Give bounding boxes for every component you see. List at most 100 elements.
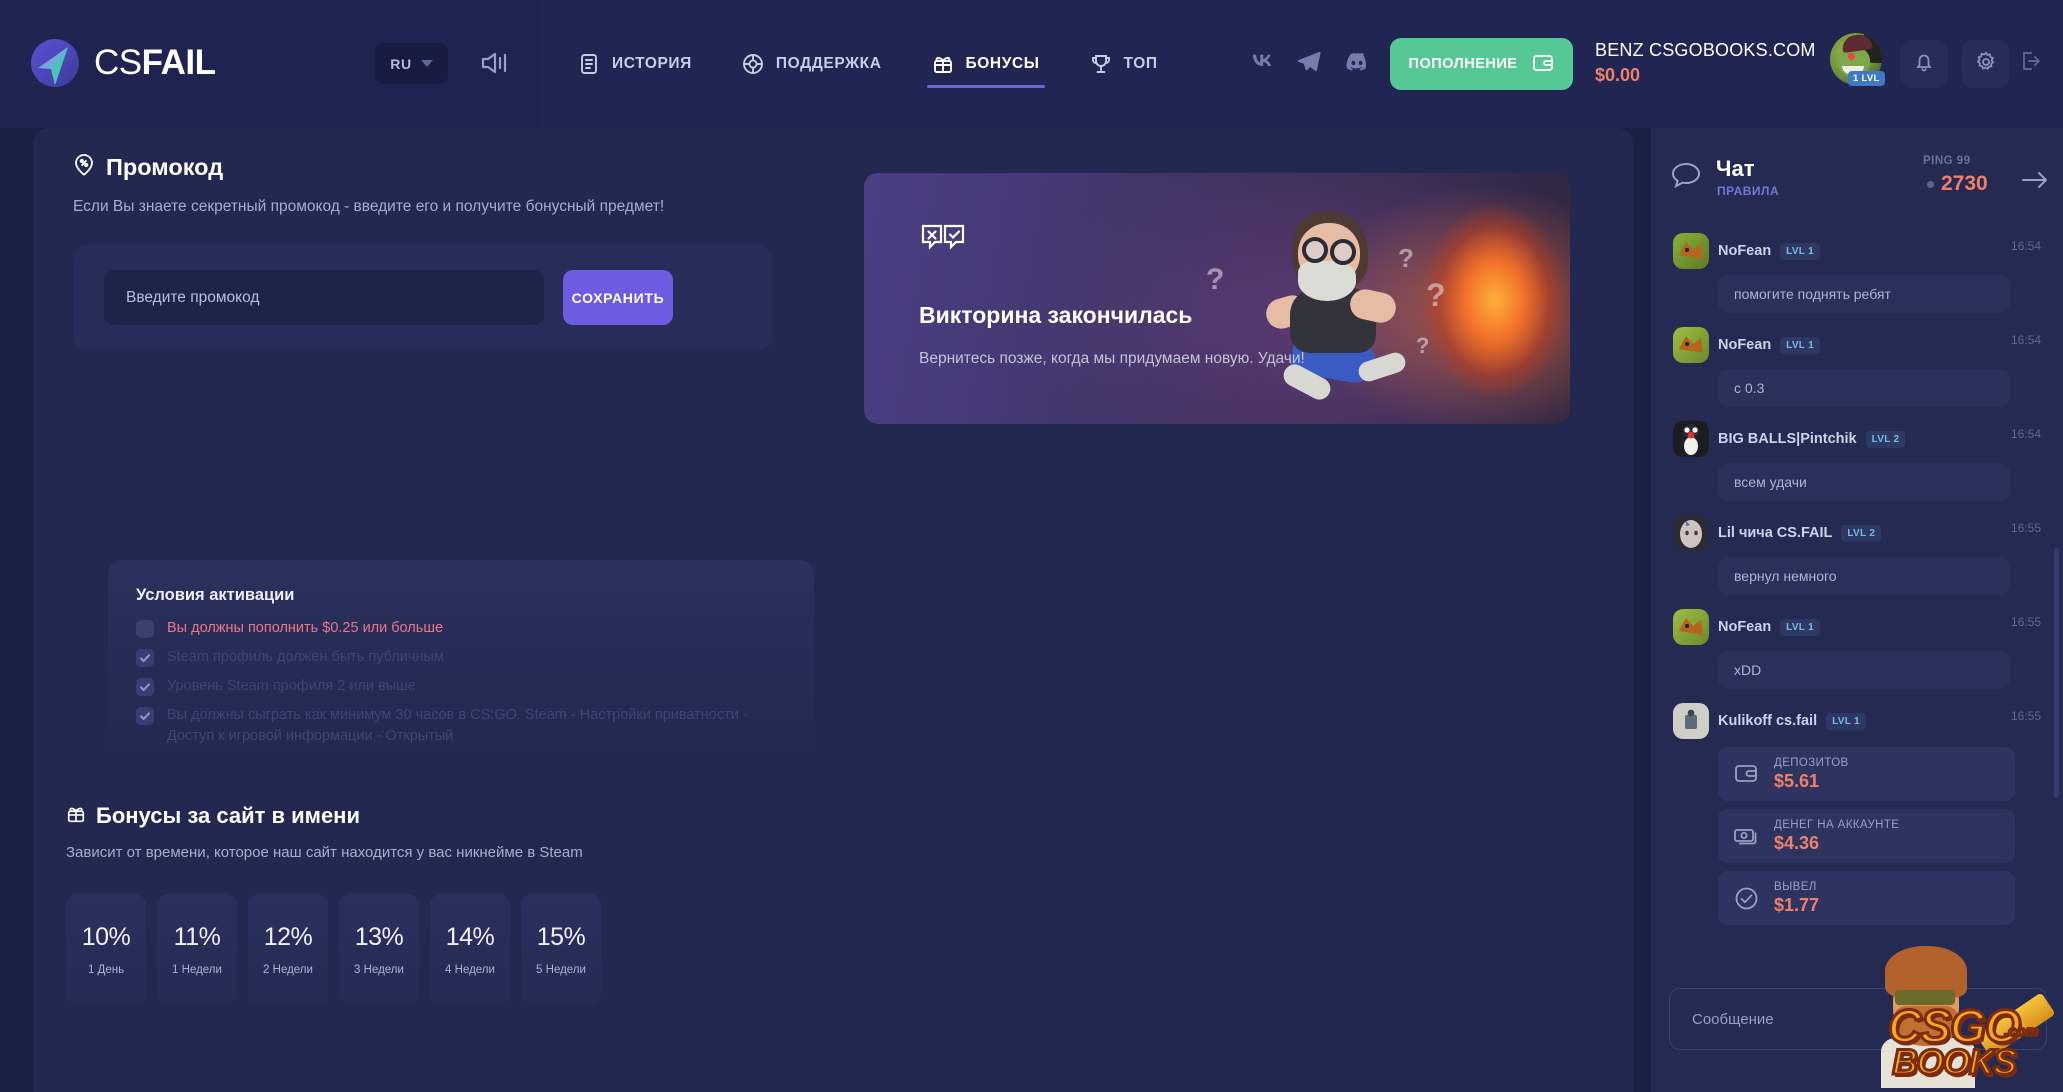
logout-button[interactable] — [2020, 50, 2044, 77]
chevron-down-icon — [420, 60, 433, 67]
bonus-percent: 12% — [263, 922, 313, 951]
chat-username[interactable]: NoFean — [1718, 619, 1771, 635]
stat-label: ДЕНЕГ НА АККАУНТЕ — [1774, 818, 1900, 831]
chat-username[interactable]: BIG BALLS|Pintchik — [1718, 431, 1857, 447]
chat-level-badge: LVL 1 — [1780, 336, 1820, 354]
wallet-icon — [1532, 53, 1554, 76]
promocode-input[interactable] — [104, 270, 544, 326]
chat-message-text: xDD — [1718, 651, 2010, 689]
quiz-subtitle: Вернитесь позже, когда мы придумаем нову… — [919, 350, 1305, 367]
chat-message-text: всем удачи — [1718, 463, 2010, 501]
promocode-heading: Промокод — [73, 153, 773, 182]
nav-item-top[interactable]: ТОП — [1067, 0, 1181, 128]
chat-username[interactable]: Lil чича CS.FAIL — [1718, 525, 1832, 541]
language-selector[interactable]: RU — [375, 43, 448, 84]
avatar — [1673, 515, 1709, 551]
promocode-title: Промокод — [106, 154, 224, 180]
settings-button[interactable] — [1962, 40, 2010, 88]
avatar — [1673, 703, 1709, 739]
check-icon — [136, 649, 154, 668]
condition-text: Вы должны сыграть как минимум 30 часов в… — [167, 707, 748, 745]
bonus-period: 3 Недели — [354, 963, 404, 976]
wallet-icon — [1718, 763, 1774, 785]
sound-toggle-button[interactable] — [478, 48, 510, 78]
avatar — [1673, 327, 1709, 363]
main-content-panel: Промокод Если Вы знаете секретный промок… — [33, 128, 1633, 1092]
chat-rules-link[interactable]: ПРАВИЛА — [1717, 184, 1779, 198]
chat-message-list[interactable]: NoFean LVL 1 16:54 помогите поднять ребя… — [1651, 223, 2063, 988]
chat-username[interactable]: NoFean — [1718, 337, 1771, 353]
user-account[interactable]: BENZ CSGOBOOKS.COM $0.00 — [1595, 40, 1816, 86]
chat-level-badge: LVL 1 — [1826, 712, 1866, 730]
bonus-percent: 13% — [354, 922, 404, 951]
discord-icon[interactable] — [1344, 51, 1370, 76]
trophy-icon — [1090, 53, 1112, 75]
bonus-card[interactable]: 15% 5 Недели — [521, 894, 601, 1004]
chat-scrollbar[interactable] — [2054, 548, 2059, 798]
promocode-form: СОХРАНИТЬ — [73, 245, 773, 351]
bonus-card[interactable]: 13% 3 Недели — [339, 894, 419, 1004]
site-logo[interactable]: CSFAIL — [30, 38, 216, 88]
bonus-period: 4 Недели — [445, 963, 495, 976]
chat-online-counter: 2730 — [1927, 172, 1988, 196]
logo-mark-icon — [30, 38, 80, 88]
user-name: BENZ CSGOBOOKS.COM — [1595, 40, 1816, 60]
topup-button[interactable]: ПОПОЛНЕНИЕ — [1390, 38, 1573, 90]
quiz-banner[interactable]: ? ? ? ? Викторина закончилась Вернитесь … — [864, 173, 1570, 424]
logo-text: CSFAIL — [94, 43, 216, 82]
chat-timestamp: 16:55 — [2010, 521, 2041, 535]
name-bonus-title: Бонусы за сайт в имени — [96, 803, 360, 828]
bonus-card[interactable]: 14% 4 Недели — [430, 894, 510, 1004]
check-icon — [136, 678, 154, 697]
chat-username[interactable]: Kulikoff cs.fail — [1718, 713, 1817, 729]
bonus-card[interactable]: 10% 1 День — [66, 894, 146, 1004]
chat-collapse-button[interactable] — [2021, 170, 2049, 195]
name-bonus-cards: 10% 1 День 11% 1 Недели 12% 2 Недели 13%… — [66, 894, 806, 1004]
chat-message: Kulikoff cs.fail LVL 1 16:55 ДЕПОЗИТОВ $… — [1651, 693, 2063, 929]
bonus-period: 5 Недели — [536, 963, 586, 976]
nav-label: БОНУСЫ — [965, 55, 1040, 72]
promocode-description: Если Вы знаете секретный промокод - введ… — [73, 198, 665, 215]
check-icon — [136, 707, 154, 726]
chat-timestamp: 16:55 — [2010, 709, 2041, 723]
stat-label: ВЫВЕЛ — [1774, 880, 1817, 893]
chat-message: NoFean LVL 1 16:55 xDD — [1651, 599, 2063, 693]
promocode-section: Промокод Если Вы знаете секретный промок… — [73, 153, 773, 351]
chat-message: NoFean LVL 1 16:54 помогите поднять ребя… — [1651, 223, 2063, 317]
chat-message-input[interactable] — [1669, 988, 2047, 1050]
nav-item-support[interactable]: ПОДДЕРЖКА — [719, 0, 905, 128]
online-dot-icon — [1927, 180, 1934, 188]
chat-bubble-icon — [1671, 162, 1701, 193]
notifications-button[interactable] — [1900, 40, 1948, 88]
quiz-bubbles-icon — [919, 223, 1305, 264]
chat-level-badge: LVL 2 — [1865, 430, 1906, 448]
chat-ping: PING 99 — [1923, 155, 1971, 167]
bonus-card[interactable]: 12% 2 Недели — [248, 894, 328, 1004]
avatar — [1673, 609, 1709, 645]
chat-username[interactable]: NoFean — [1718, 243, 1771, 259]
chat-header: Чат ПРАВИЛА PING 99 2730 — [1651, 128, 2063, 223]
name-bonus-section: Бонусы за сайт в имени Зависит от времен… — [66, 803, 806, 1004]
chat-level-badge: LVL 1 — [1780, 242, 1820, 260]
user-level-badge: 1 LVL — [1848, 71, 1885, 86]
condition-item: Уровень Steam профиля 2 или выше — [136, 676, 786, 697]
stat-card-deposits: ДЕПОЗИТОВ $5.61 — [1718, 747, 2015, 801]
telegram-icon[interactable] — [1297, 50, 1321, 77]
save-promocode-button[interactable]: СОХРАНИТЬ — [563, 270, 673, 326]
stat-label: ДЕПОЗИТОВ — [1774, 756, 1849, 769]
chat-message: Lil чича CS.FAIL LVL 2 16:55 вернул немн… — [1651, 505, 2063, 599]
vk-icon[interactable] — [1250, 52, 1274, 75]
bonus-card[interactable]: 11% 1 Недели — [157, 894, 237, 1004]
nav-item-bonuses[interactable]: БОНУСЫ — [909, 0, 1063, 128]
avatar[interactable]: 1 LVL — [1830, 33, 1885, 86]
bonus-period: 2 Недели — [263, 963, 313, 976]
nav-label: ИСТОРИЯ — [612, 55, 692, 72]
gift-icon — [66, 804, 86, 829]
conditions-list: Вы должны пополнить $0.25 или больше Ste… — [136, 618, 786, 755]
chat-title: Чат — [1716, 156, 1755, 181]
stat-card-account-balance: ДЕНЕГ НА АККАУНТЕ $4.36 — [1718, 809, 2015, 863]
chat-message: BIG BALLS|Pintchik LVL 2 16:54 всем удач… — [1651, 411, 2063, 505]
chat-level-badge: LVL 1 — [1780, 618, 1820, 636]
nav-item-history[interactable]: ИСТОРИЯ — [555, 0, 715, 128]
chat-timestamp: 16:54 — [2010, 333, 2041, 347]
